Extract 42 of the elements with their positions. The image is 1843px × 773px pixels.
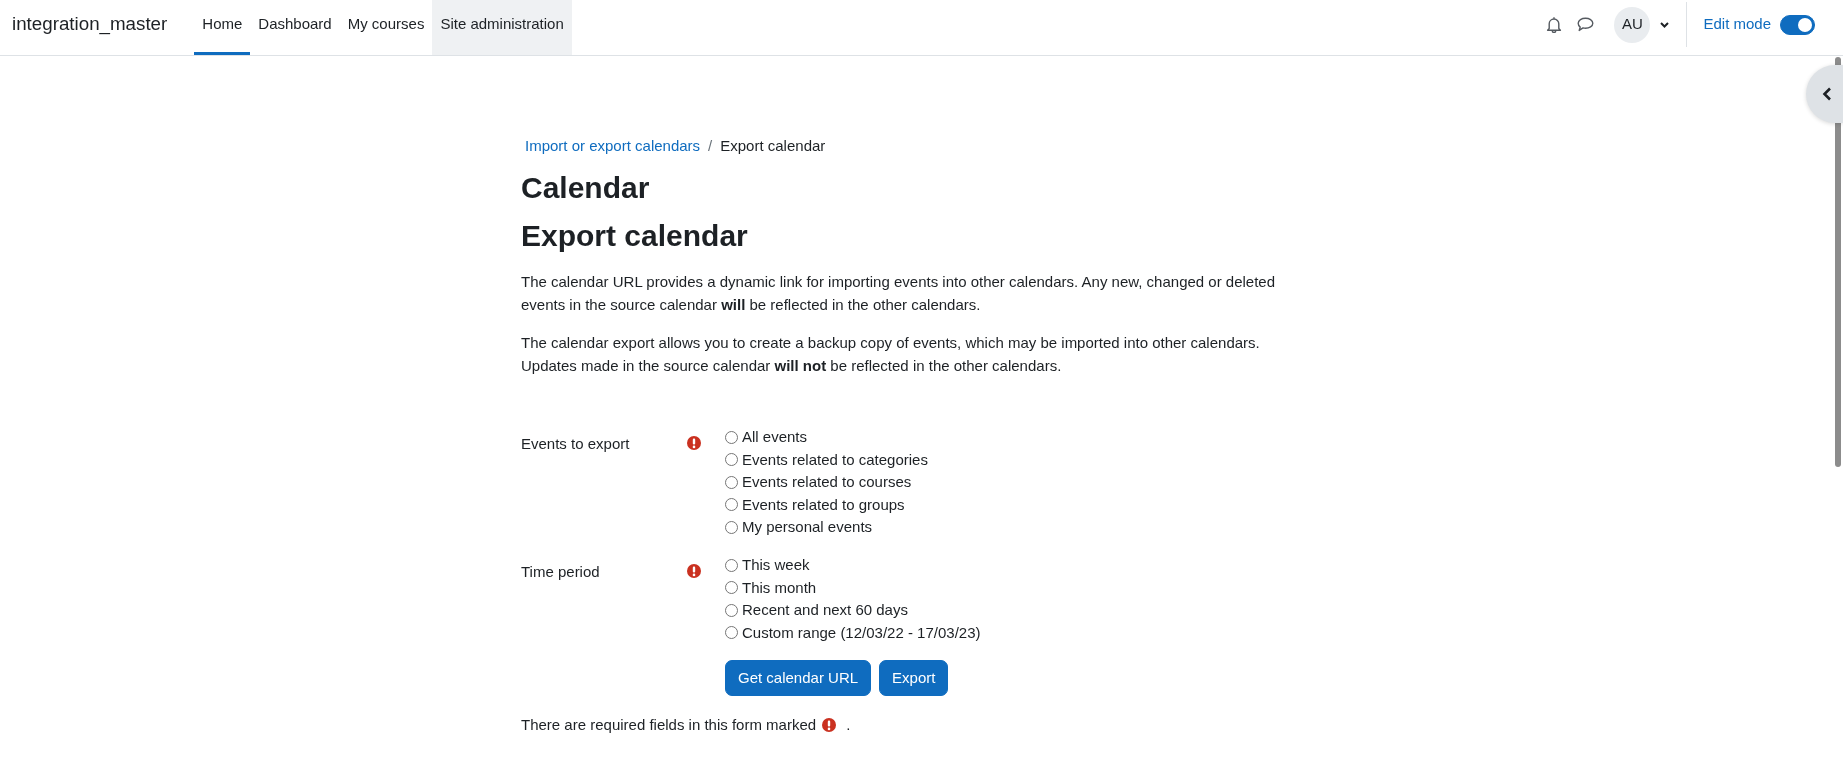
radio-button[interactable] <box>725 498 738 512</box>
radio-button[interactable] <box>725 558 738 572</box>
required-icon <box>822 718 837 733</box>
radio-button[interactable] <box>725 475 738 489</box>
radio-button[interactable] <box>725 603 738 617</box>
caret-down-icon[interactable] <box>1660 21 1670 28</box>
bell-icon[interactable] <box>1546 16 1563 33</box>
nav-link[interactable]: Site administration <box>432 0 572 55</box>
field-label: Time period <box>521 562 601 582</box>
description-paragraph: The calendar export allows you to create a backup copy of events, which may be imported into other calendars. Updates made in the source calendar will not be reflected in the other calendars. <box>521 333 1261 376</box>
form-button[interactable]: Get calendar URL <box>725 659 872 696</box>
breadcrumb-current: Export calendar <box>720 136 826 156</box>
radio-label[interactable]: All events <box>742 426 808 449</box>
speech-bubble-icon[interactable] <box>1577 17 1595 32</box>
radio-label[interactable]: Events related to courses <box>742 471 912 494</box>
edit-mode-label[interactable]: Edit mode <box>1703 13 1771 36</box>
radio-label[interactable]: My personal events <box>742 516 873 539</box>
radio-button[interactable] <box>725 626 738 640</box>
radio-button[interactable] <box>725 430 738 444</box>
description-paragraph: The calendar URL provides a dynamic link for importing events into other calendars. Any new, changed or deleted events in the source calendar will be reflected in the other calendars. <box>521 272 1277 315</box>
page-heading: Export calendar <box>521 218 749 254</box>
page-title: Calendar <box>521 170 651 206</box>
edit-mode-toggle[interactable] <box>1780 14 1815 35</box>
chevron-left-icon <box>1822 87 1832 101</box>
required-note-period: . <box>846 715 851 735</box>
breadcrumb-separator: / <box>708 136 713 156</box>
radio-label[interactable]: Events related to categories <box>742 448 928 471</box>
site-name[interactable]: integration_master <box>12 13 168 42</box>
radio-button[interactable] <box>725 520 738 534</box>
radio-button[interactable] <box>725 453 738 467</box>
required-note: There are required fields in this form marked <box>521 715 817 735</box>
radio-label[interactable]: Events related to groups <box>742 493 905 516</box>
breadcrumb-link[interactable]: Import or export calendars <box>525 135 701 158</box>
field-label: Events to export <box>521 434 631 454</box>
radio-label[interactable]: This month <box>742 576 817 599</box>
drawer-toggle-button[interactable] <box>1806 65 1843 123</box>
form-button[interactable]: Export <box>879 659 949 696</box>
radio-label[interactable]: This week <box>742 554 810 577</box>
user-avatar[interactable]: AU <box>1614 6 1651 43</box>
radio-button[interactable] <box>725 581 738 595</box>
radio-label[interactable]: Recent and next 60 days <box>742 599 908 622</box>
radio-label[interactable]: Custom range (12/03/22 - 17/03/23) <box>742 621 981 644</box>
